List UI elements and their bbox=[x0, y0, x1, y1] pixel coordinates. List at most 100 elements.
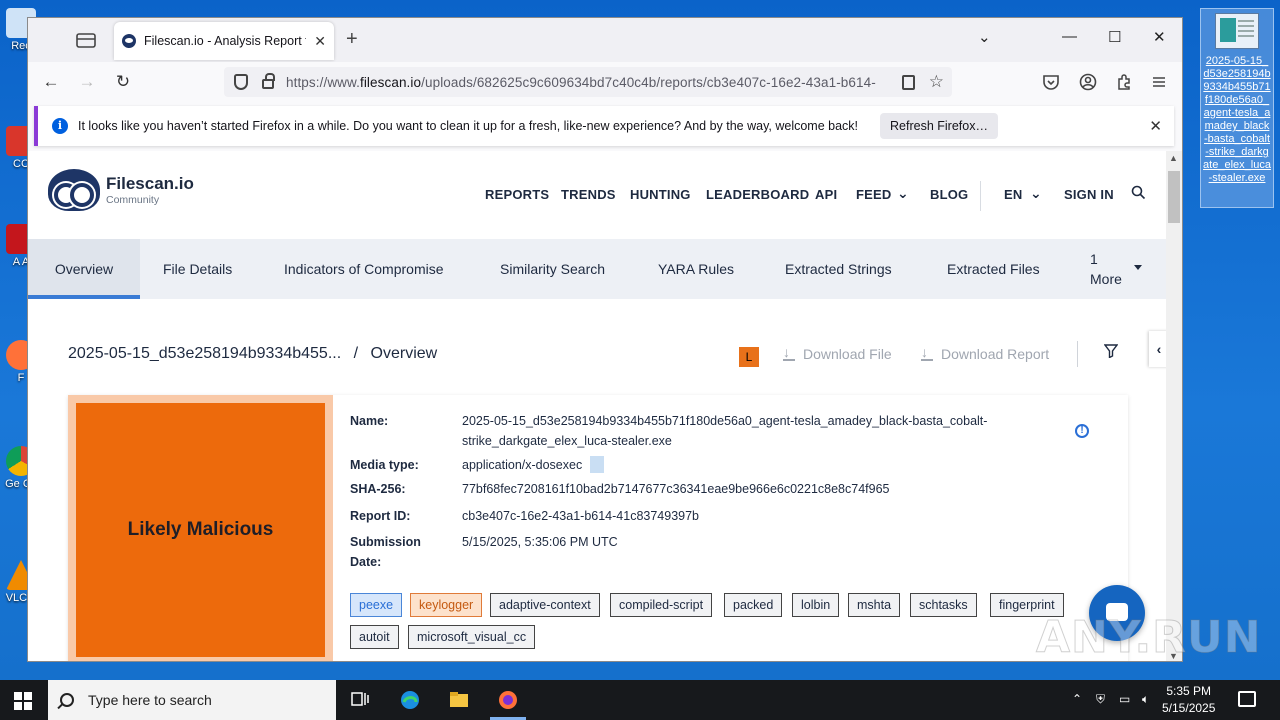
tab-file-details[interactable]: File Details bbox=[163, 239, 232, 299]
notice-close-icon[interactable]: ✕ bbox=[1149, 117, 1162, 135]
notification-icon[interactable] bbox=[1238, 691, 1256, 707]
tray-chevron-icon[interactable]: ⌃ bbox=[1072, 692, 1082, 706]
tab-yara-rules[interactable]: YARA Rules bbox=[658, 239, 734, 299]
brand-sub: Community bbox=[106, 194, 160, 206]
nav-reports[interactable]: REPORTS bbox=[485, 187, 549, 202]
tracking-shield-icon[interactable] bbox=[234, 74, 248, 90]
search-icon[interactable] bbox=[1131, 185, 1146, 200]
edge-icon[interactable] bbox=[399, 689, 421, 711]
overview-card: Likely Malicious Name: 2025-05-15_d53e25… bbox=[68, 395, 1128, 661]
feed-chevron-icon[interactable]: ⌄ bbox=[897, 185, 909, 202]
task-view-icon[interactable] bbox=[349, 689, 371, 711]
firefox-taskbar-icon[interactable] bbox=[497, 689, 519, 711]
bookmark-star-icon[interactable]: ☆ bbox=[929, 72, 944, 92]
firefox-window: Filescan.io - Analysis Report for ✕ + ⌄ … bbox=[27, 17, 1183, 662]
nav-leaderboard[interactable]: LEADERBOARD bbox=[706, 187, 809, 202]
report-id-label: Report ID: bbox=[350, 509, 411, 523]
reload-icon[interactable]: ↻ bbox=[112, 72, 134, 92]
nav-sign-in[interactable]: SIGN IN bbox=[1064, 187, 1114, 202]
tab-more[interactable]: 1 More bbox=[1090, 249, 1122, 289]
sha256-label: SHA-256: bbox=[350, 482, 406, 496]
tag-packed[interactable]: packed bbox=[724, 593, 783, 617]
language-chevron-icon[interactable]: ⌄ bbox=[1030, 185, 1042, 202]
network-icon[interactable]: ▭ bbox=[1119, 692, 1130, 706]
download-report-button[interactable]: Download Report bbox=[921, 344, 1049, 362]
exe-file-icon bbox=[1215, 13, 1259, 49]
tag-autoit[interactable]: autoit bbox=[350, 625, 399, 649]
breadcrumb: 2025-05-15_d53e258194b9334b455... / Over… bbox=[68, 345, 438, 362]
tab-title: Filescan.io - Analysis Report for bbox=[144, 34, 307, 48]
volume-icon[interactable]: 🔈︎ bbox=[1142, 692, 1149, 707]
level-badge: L bbox=[739, 347, 759, 367]
download-file-button[interactable]: Download File bbox=[783, 344, 892, 362]
breadcrumb-page: Overview bbox=[370, 345, 438, 362]
submission-date-value: 5/15/2025, 5:35:06 PM UTC bbox=[462, 535, 618, 549]
new-tab-button[interactable]: + bbox=[346, 28, 358, 51]
taskbar-search[interactable]: Type here to search bbox=[48, 680, 336, 720]
nav-api[interactable]: API bbox=[815, 187, 837, 202]
pocket-icon[interactable] bbox=[1042, 73, 1060, 91]
extensions-icon[interactable] bbox=[1115, 73, 1133, 91]
scroll-up-icon[interactable]: ▲ bbox=[1169, 153, 1178, 163]
windows-start-icon[interactable] bbox=[14, 692, 32, 710]
tab-close-icon[interactable]: ✕ bbox=[314, 33, 326, 50]
url-bar[interactable]: https://www.filescan.io/uploads/682625c9… bbox=[224, 67, 952, 97]
tab-overview[interactable]: Overview bbox=[28, 239, 140, 299]
filescan-favicon bbox=[122, 34, 136, 48]
account-icon[interactable] bbox=[1079, 73, 1097, 91]
minimize-button[interactable]: — bbox=[1062, 28, 1077, 45]
list-all-tabs-icon[interactable]: ⌄ bbox=[978, 28, 991, 46]
tag-mshta[interactable]: mshta bbox=[848, 593, 901, 617]
nav-toolbar: ← → ↻ https://www.filescan.io/uploads/68… bbox=[28, 62, 1182, 102]
tag-keylogger[interactable]: keylogger bbox=[410, 593, 483, 617]
tab-extracted-files[interactable]: Extracted Files bbox=[947, 239, 1040, 299]
tab-similarity-search[interactable]: Similarity Search bbox=[500, 239, 605, 299]
lock-icon[interactable] bbox=[262, 73, 275, 89]
nav-blog[interactable]: BLOG bbox=[930, 187, 968, 202]
alert-info-icon[interactable]: ! bbox=[1075, 424, 1089, 438]
search-icon bbox=[60, 693, 74, 707]
back-icon[interactable]: ← bbox=[40, 72, 62, 92]
media-type-label: Media type: bbox=[350, 458, 419, 472]
forward-icon[interactable]: → bbox=[76, 72, 98, 92]
reader-view-icon[interactable] bbox=[901, 74, 915, 90]
refresh-firefox-button[interactable]: Refresh Firefox… bbox=[880, 113, 998, 139]
browser-tab-active[interactable]: Filescan.io - Analysis Report for ✕ bbox=[114, 22, 334, 60]
nav-language[interactable]: EN bbox=[1004, 187, 1022, 202]
filter-icon[interactable] bbox=[1104, 344, 1118, 358]
owl-logo-icon bbox=[48, 169, 100, 211]
tag-schtasks[interactable]: schtasks bbox=[910, 593, 977, 617]
tag-peexe[interactable]: peexe bbox=[350, 593, 403, 617]
tag-microsoft-visual-cc[interactable]: microsoft_visual_cc bbox=[408, 625, 536, 649]
tag-compiled-script[interactable]: compiled-script bbox=[610, 593, 713, 617]
nav-hunting[interactable]: HUNTING bbox=[630, 187, 691, 202]
nav-trends[interactable]: TRENDS bbox=[561, 187, 616, 202]
menu-hamburger-icon[interactable] bbox=[1150, 73, 1168, 91]
nav-feed[interactable]: FEED bbox=[856, 187, 891, 202]
file-explorer-icon[interactable] bbox=[448, 689, 470, 711]
tab-indicators[interactable]: Indicators of Compromise bbox=[284, 239, 444, 299]
system-clock[interactable]: 5:35 PM 5/15/2025 bbox=[1162, 683, 1215, 717]
scrollbar-thumb[interactable] bbox=[1168, 171, 1180, 223]
firefox-desktop-label: F bbox=[17, 372, 25, 384]
close-window-button[interactable]: ✕ bbox=[1153, 28, 1166, 46]
more-caret-icon[interactable] bbox=[1134, 265, 1142, 270]
filescan-logo[interactable]: Filescan.io Community bbox=[48, 169, 194, 211]
desktop-file-name: 2025-05-15_d53e258194b9334b455b71f180de5… bbox=[1203, 55, 1271, 184]
tray-security-icon[interactable]: ⛨ bbox=[1096, 692, 1105, 707]
tab-extracted-strings[interactable]: Extracted Strings bbox=[785, 239, 892, 299]
taskbar-search-placeholder: Type here to search bbox=[88, 692, 212, 708]
breadcrumb-file[interactable]: 2025-05-15_d53e258194b9334b455... bbox=[68, 345, 341, 362]
tag-lolbin[interactable]: lolbin bbox=[792, 593, 840, 617]
url-text[interactable]: https://www.filescan.io/uploads/682625c9… bbox=[286, 75, 886, 90]
page-scrollbar[interactable]: ▲ ▼ bbox=[1166, 151, 1182, 661]
tag-adaptive-context[interactable]: adaptive-context bbox=[490, 593, 600, 617]
firefox-view-icon[interactable] bbox=[74, 30, 98, 50]
toolbar-divider bbox=[1077, 341, 1078, 367]
web-page: Filescan.io Community REPORTS TRENDS HUN… bbox=[28, 151, 1168, 661]
verdict-label: Likely Malicious bbox=[76, 403, 325, 657]
taskbar: Type here to search ⌃ ⛨ ▭ 🔈︎ 5:35 PM 5/1… bbox=[0, 680, 1280, 720]
maximize-button[interactable]: ☐ bbox=[1108, 28, 1121, 46]
info-icon: i bbox=[52, 118, 68, 134]
desktop-file-exe[interactable]: 2025-05-15_d53e258194b9334b455b71f180de5… bbox=[1200, 8, 1274, 208]
